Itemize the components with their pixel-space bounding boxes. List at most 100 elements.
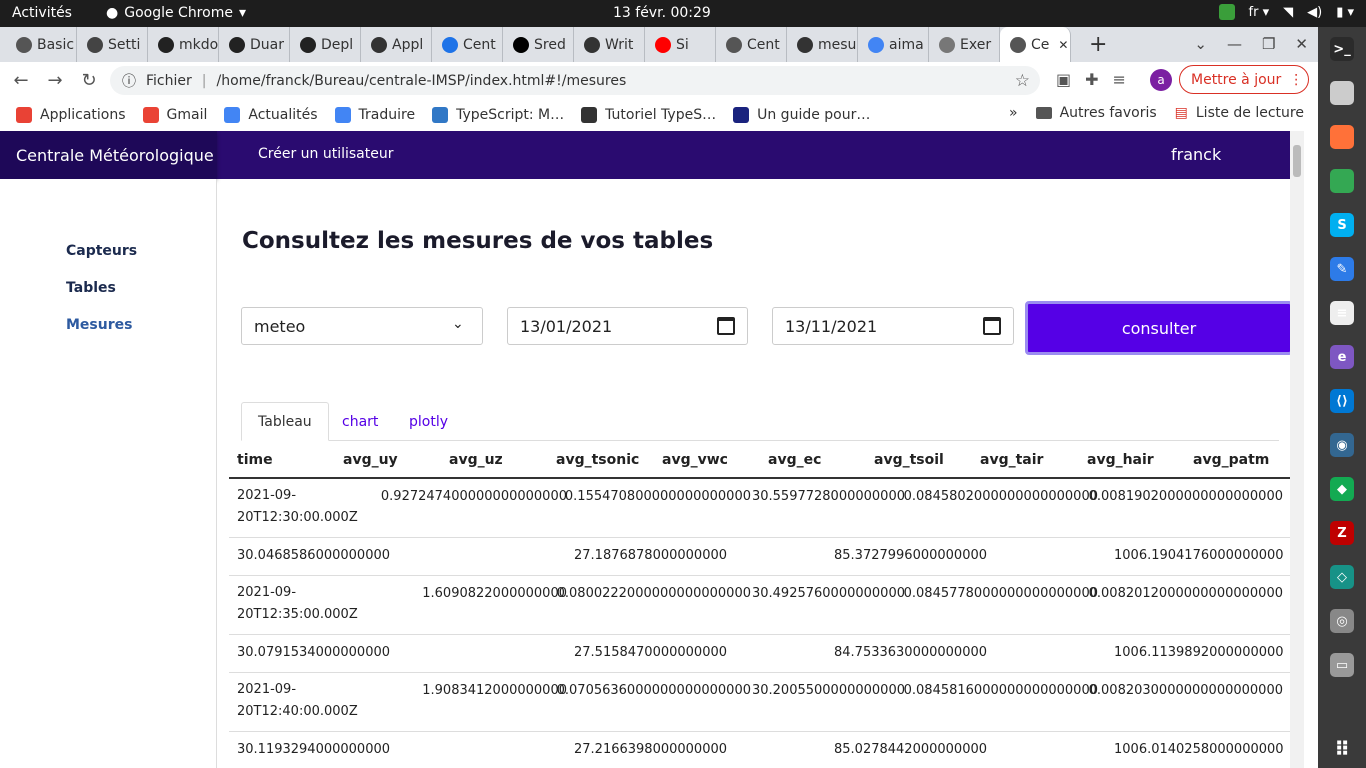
bookmark-item[interactable]: Gmail [142, 106, 207, 123]
more-bookmarks-button[interactable]: » [1009, 105, 1018, 121]
table-row: 2021-09- 20T12:30:00.000Z 0.92724740000000… [229, 479, 1291, 538]
consult-button[interactable]: consulter [1025, 301, 1293, 355]
bookmark-item[interactable]: Actualités [224, 106, 318, 123]
text-editor-icon[interactable]: ✎ [1330, 257, 1354, 281]
restore-icon[interactable]: ❐ [1262, 35, 1275, 53]
back-icon[interactable]: ← [4, 70, 38, 91]
info-icon[interactable]: ⓘ [122, 71, 136, 91]
value-cell: 30.2005500000000000 [751, 683, 905, 698]
update-button[interactable]: Mettre à jour ⋮ [1179, 65, 1309, 94]
sidebar-item-mesures[interactable]: Mesures [66, 317, 132, 333]
filezilla-icon[interactable]: Z [1330, 521, 1354, 545]
page-scrollbar[interactable] [1290, 131, 1304, 768]
language-indicator[interactable]: fr ▾ [1249, 5, 1270, 20]
other-bookmarks-button[interactable]: Autres favoris [1035, 105, 1157, 121]
table-header: time avg_uy avg_uz avg_tsonic avg_vwc avg_ec a… [229, 441, 1291, 479]
column-header[interactable]: avg_tair [980, 452, 1043, 468]
address-bar[interactable]: ⓘ Fichier | /home/franck/Bureau/centrale… [110, 66, 1040, 95]
browser-tab[interactable]: mesu [787, 27, 858, 62]
date-from-input[interactable]: 13/01/2021 [507, 307, 748, 345]
browser-tab[interactable]: Duar [219, 27, 290, 62]
column-header[interactable]: avg_hair [1087, 452, 1154, 468]
column-header[interactable]: avg_uz [449, 452, 503, 468]
column-header[interactable]: avg_tsonic [556, 452, 639, 468]
column-header[interactable]: avg_vwc [662, 452, 728, 468]
close-tab-icon[interactable]: ✕ [1058, 38, 1068, 52]
browser-tab[interactable]: Cent [716, 27, 787, 62]
create-user-link[interactable]: Créer un utilisateur [258, 146, 394, 162]
column-header[interactable]: avg_uy [343, 452, 398, 468]
browser-tab[interactable]: Appl [361, 27, 432, 62]
new-tab-icon[interactable]: + [1089, 32, 1107, 57]
skype-icon[interactable]: S [1330, 213, 1354, 237]
value-cell: 30.4925760000000000 [751, 586, 905, 601]
column-header[interactable]: avg_tsoil [874, 452, 944, 468]
browser-tab[interactable]: Writ [574, 27, 645, 62]
postgres-icon[interactable]: ◉ [1330, 433, 1354, 457]
browser-tab[interactable]: Si [645, 27, 716, 62]
brand-link[interactable]: Centrale Météorologique [0, 131, 217, 179]
browser-tab[interactable]: Basic [6, 27, 77, 62]
disk-icon[interactable]: ◎ [1330, 609, 1354, 633]
firefox-icon[interactable] [1330, 125, 1354, 149]
browser-tab[interactable]: Sred [503, 27, 574, 62]
calendar-icon[interactable] [717, 317, 735, 335]
bookmark-item[interactable]: Applications [16, 106, 126, 123]
reload-icon[interactable]: ↻ [72, 70, 106, 91]
forward-icon[interactable]: → [38, 70, 72, 91]
tab-tableau[interactable]: Tableau [241, 402, 329, 441]
table-select[interactable]: meteo ⌄ [241, 307, 483, 345]
drive-icon[interactable]: ▭ [1330, 653, 1354, 677]
app-grid-icon[interactable]: ⠿ [1330, 737, 1354, 761]
clock[interactable]: 13 févr. 00:29 [613, 5, 711, 21]
sidebar-item-tables[interactable]: Tables [66, 280, 116, 296]
browser-tab[interactable]: aima [858, 27, 929, 62]
system-tray[interactable]: fr ▾ ◥ ◀) ▮ ▾ [1218, 4, 1354, 20]
date-to-input[interactable]: 13/11/2021 [772, 307, 1014, 345]
activities-button[interactable]: Activités [12, 5, 72, 21]
column-header[interactable]: avg_ec [768, 452, 821, 468]
sidebar-item-capteurs[interactable]: Capteurs [66, 243, 137, 259]
terminal-icon[interactable]: >_ [1330, 37, 1354, 61]
libreoffice-writer-icon[interactable]: ≡ [1330, 301, 1354, 325]
close-window-icon[interactable]: ✕ [1295, 35, 1308, 53]
tab-label: Duar [250, 36, 284, 53]
minimize-icon[interactable]: — [1227, 35, 1242, 53]
gitkraken-icon[interactable]: ◇ [1330, 565, 1354, 589]
chrome-icon[interactable] [1330, 169, 1354, 193]
bookmark-item[interactable]: TypeScript: M… [432, 106, 564, 123]
browser-tab[interactable]: Depl [290, 27, 361, 62]
emacs-icon[interactable]: e [1330, 345, 1354, 369]
column-header[interactable]: avg_patm [1193, 452, 1269, 468]
browser-tab[interactable]: mkdo [148, 27, 219, 62]
browser-tab[interactable]: Cent [432, 27, 503, 62]
calendar-icon[interactable] [983, 317, 1001, 335]
user-menu[interactable]: franck [1171, 145, 1221, 164]
bookmark-item[interactable]: Tutoriel TypeS… [581, 106, 716, 123]
bookmark-item[interactable]: Traduire [334, 106, 415, 123]
bookmark-star-icon[interactable]: ☆ [1015, 71, 1030, 91]
app-menu[interactable]: ● Google Chrome ▾ [106, 5, 246, 21]
table-row: 30.1193294000000000 27.2166398000000000 85… [229, 732, 1291, 768]
profile-avatar[interactable]: a [1150, 69, 1172, 91]
reading-list-button[interactable]: ▤ Liste de lecture [1175, 105, 1304, 121]
column-header[interactable]: time [237, 452, 273, 468]
browser-tab[interactable]: Setti [77, 27, 148, 62]
media-icon[interactable]: ≡ [1113, 70, 1126, 89]
url-text[interactable]: /home/franck/Bureau/centrale-IMSP/index.… [216, 73, 626, 89]
browser-tab[interactable]: Ce ✕ [1000, 27, 1071, 62]
tab-label: Writ [605, 36, 634, 53]
bookmark-item[interactable]: Un guide pour… [733, 106, 870, 123]
bookmark-favicon-icon [334, 106, 351, 123]
tab-chart[interactable]: chart [342, 402, 378, 441]
vscode-icon[interactable]: ⟨⟩ [1330, 389, 1354, 413]
mongodb-compass-icon[interactable]: ◆ [1330, 477, 1354, 501]
browser-tab[interactable]: Exer [929, 27, 1000, 62]
update-notifier-icon[interactable] [1218, 4, 1235, 20]
tab-search-icon[interactable]: ⌄ [1194, 35, 1207, 53]
scrollbar-thumb[interactable] [1293, 145, 1301, 177]
files-icon[interactable] [1330, 81, 1354, 105]
puzzle-icon[interactable]: ✚ [1085, 70, 1098, 89]
extension-icon[interactable]: ▣ [1056, 70, 1071, 89]
tab-plotly[interactable]: plotly [409, 402, 448, 441]
